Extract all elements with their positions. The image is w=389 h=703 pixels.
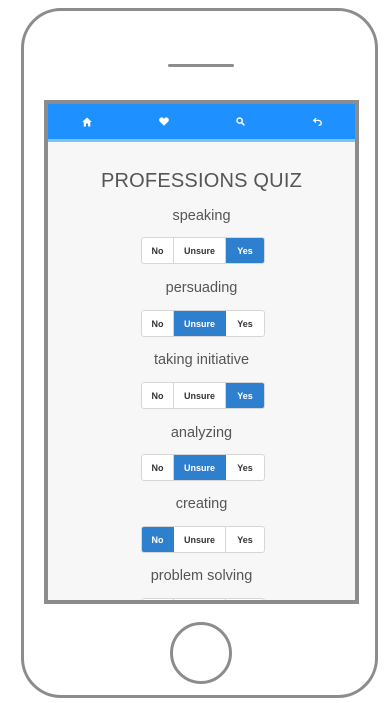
answer-group-problem-solving: No Unsure Yes [141, 598, 265, 600]
answer-group-taking-initiative: No Unsure Yes [141, 382, 265, 409]
question-label: taking initiative [153, 352, 250, 368]
answer-unsure-button[interactable]: Unsure [174, 527, 226, 552]
answer-group-speaking: No Unsure Yes [141, 237, 265, 264]
question-label: problem solving [150, 568, 253, 584]
search-icon [236, 117, 245, 126]
quiz-title: PROFESSIONS QUIZ [100, 170, 302, 192]
answer-yes-button[interactable]: Yes [226, 238, 264, 263]
answer-yes-button[interactable]: Yes [226, 527, 264, 552]
answer-yes-button[interactable]: Yes [226, 599, 264, 600]
answer-unsure-button[interactable]: Unsure [174, 311, 226, 336]
answer-group-persuading: No Unsure Yes [141, 310, 265, 337]
back-icon [313, 117, 322, 126]
nav-back[interactable] [279, 104, 355, 139]
app-screen: PROFESSIONS QUIZ speaking No Unsure Yes … [44, 100, 359, 604]
answer-unsure-button[interactable]: Unsure [174, 383, 226, 408]
question-label: speaking [172, 208, 231, 224]
nav-home[interactable] [48, 104, 125, 139]
answer-yes-button[interactable]: Yes [226, 311, 264, 336]
nav-search[interactable] [202, 104, 279, 139]
answer-no-button[interactable]: No [142, 311, 174, 336]
question-label: persuading [165, 280, 238, 296]
question-label: creating [175, 496, 228, 512]
phone-home-button[interactable] [170, 622, 232, 684]
answer-no-button[interactable]: No [142, 527, 174, 552]
answer-unsure-button[interactable]: Unsure [174, 238, 226, 263]
heart-icon [158, 117, 169, 126]
answer-no-button[interactable]: No [142, 599, 174, 600]
answer-no-button[interactable]: No [142, 455, 174, 480]
answer-unsure-button[interactable]: Unsure [174, 599, 226, 600]
answer-no-button[interactable]: No [142, 383, 174, 408]
question-label: analyzing [170, 425, 233, 441]
answer-group-creating: No Unsure Yes [141, 526, 265, 553]
answer-group-analyzing: No Unsure Yes [141, 454, 265, 481]
answer-yes-button[interactable]: Yes [226, 383, 264, 408]
answer-unsure-button[interactable]: Unsure [174, 455, 226, 480]
answer-no-button[interactable]: No [142, 238, 174, 263]
phone-speaker [168, 64, 234, 67]
answer-yes-button[interactable]: Yes [226, 455, 264, 480]
navbar [48, 104, 355, 142]
home-icon [81, 117, 92, 127]
nav-favorites[interactable] [125, 104, 202, 139]
